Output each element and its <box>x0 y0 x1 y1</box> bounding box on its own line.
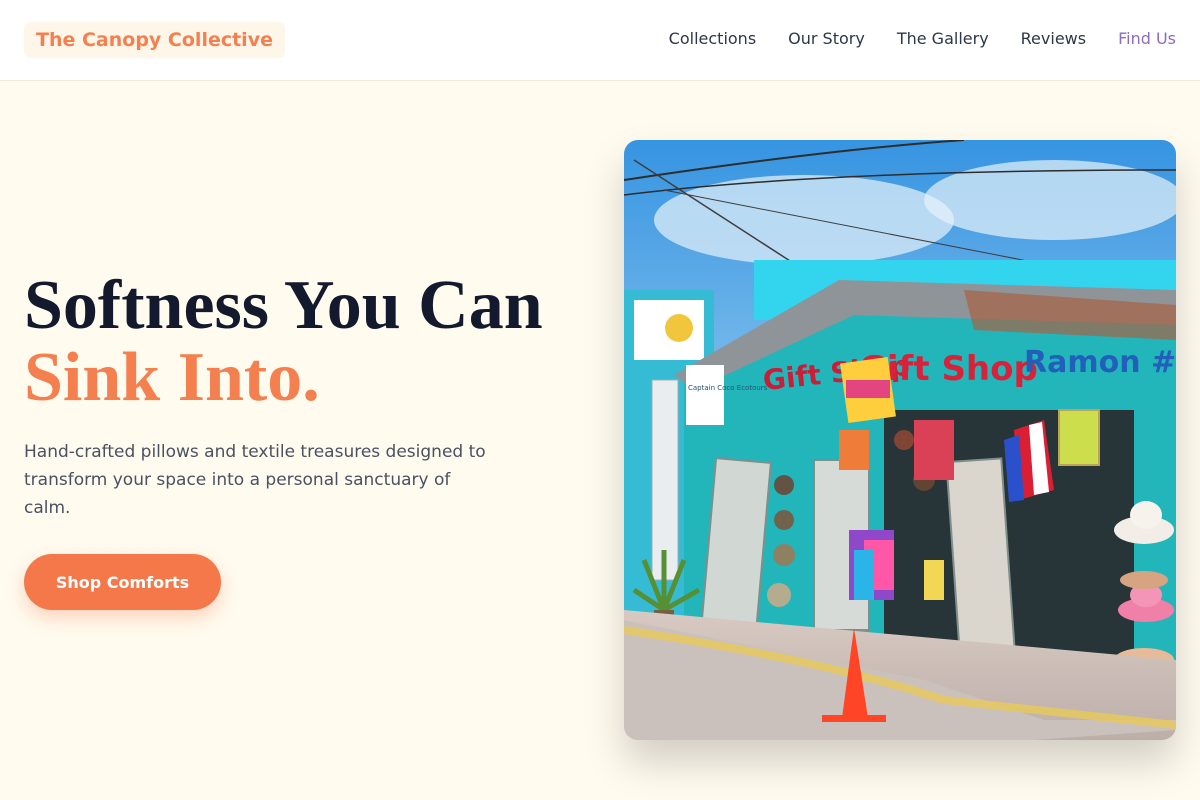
hero-description: Hand-crafted pillows and textile treasur… <box>24 442 486 518</box>
hero-title: Softness You Can Sink Into. <box>24 270 604 414</box>
main-nav: Collections Our Story The Gallery Review… <box>669 29 1176 49</box>
brand-logo[interactable]: The Canopy Collective <box>24 22 285 58</box>
hero-photo: Gift Shop Gift Shop Ramon #1 Captain Coc… <box>624 140 1176 740</box>
shop-comforts-button[interactable]: Shop Comforts <box>24 554 221 610</box>
nav-find-us[interactable]: Find Us <box>1118 29 1176 49</box>
site-header: The Canopy Collective Collections Our St… <box>0 0 1200 81</box>
hero-title-accent: Sink Into. <box>24 339 320 416</box>
nav-reviews[interactable]: Reviews <box>1021 29 1086 49</box>
nav-our-story[interactable]: Our Story <box>788 29 865 49</box>
nav-gallery[interactable]: The Gallery <box>897 29 989 49</box>
hero-title-line1: Softness You Can <box>24 267 543 344</box>
gift-shop-photo: Gift Shop Gift Shop Ramon #1 Captain Coc… <box>624 140 1176 740</box>
nav-collections[interactable]: Collections <box>669 29 756 49</box>
